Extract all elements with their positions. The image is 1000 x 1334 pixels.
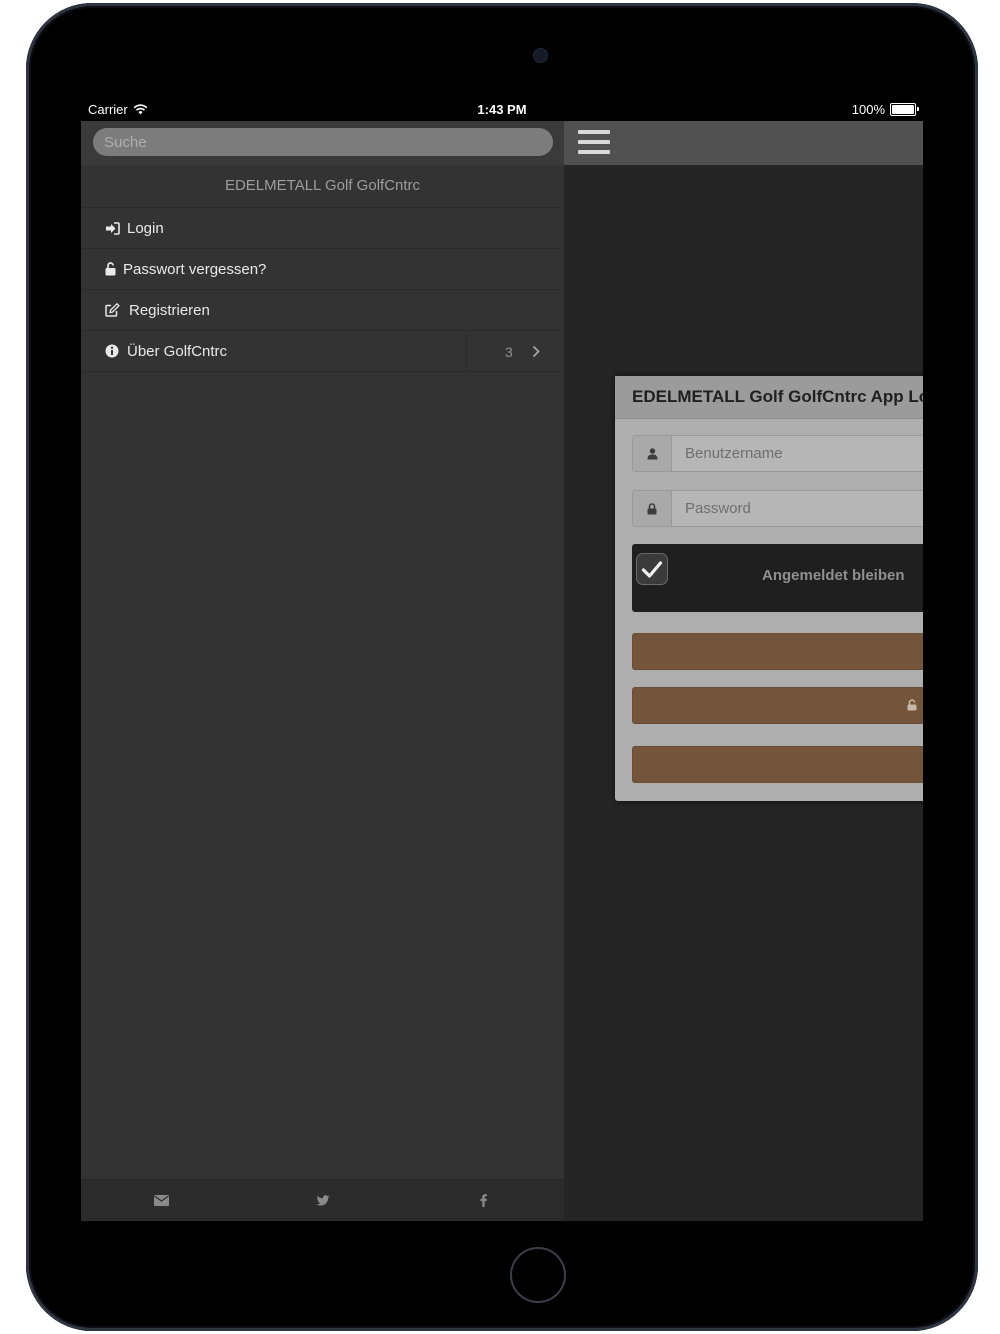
- facebook-button[interactable]: [403, 1180, 564, 1221]
- main-page: EDELMETALL Golf GolfCntrc App Lo Benutze…: [564, 121, 923, 1221]
- battery-icon: [890, 103, 919, 116]
- side-menu: Login Passwort vergessen? Registrieren Ü…: [81, 208, 564, 372]
- menu-item-about[interactable]: Über GolfCntrc 3: [81, 331, 564, 372]
- status-carrier: Carrier: [88, 102, 148, 117]
- chevron-right-icon: [532, 345, 540, 358]
- screen: Carrier 1:43 PM 100% EDELMETALL Golf Gol…: [81, 98, 923, 1221]
- facebook-icon: [480, 1194, 487, 1207]
- forgot-password-button[interactable]: [632, 687, 923, 724]
- battery-percent: 100%: [851, 102, 885, 117]
- camera-dot: [533, 48, 548, 63]
- sign-in-icon: [104, 220, 120, 236]
- status-time: 1:43 PM: [477, 102, 527, 117]
- hamburger-icon[interactable]: [578, 130, 610, 156]
- password-field: [632, 490, 923, 527]
- status-bar: Carrier 1:43 PM 100%: [81, 98, 923, 121]
- menu-item-label: Über GolfCntrc: [127, 342, 228, 360]
- login-button[interactable]: [632, 633, 923, 670]
- search-bar: [81, 121, 564, 165]
- twitter-icon: [316, 1194, 329, 1206]
- menu-item-label: Passwort vergessen?: [123, 260, 267, 278]
- envelope-icon: [154, 1195, 169, 1206]
- menu-item-login[interactable]: Login: [81, 208, 564, 249]
- checkmark-icon: [641, 560, 663, 578]
- menu-item-register[interactable]: Registrieren: [81, 290, 564, 331]
- home-button[interactable]: [510, 1247, 566, 1303]
- dialog-title: EDELMETALL Golf GolfCntrc App Lo: [615, 376, 923, 419]
- status-battery: 100%: [851, 102, 919, 117]
- login-dialog: EDELMETALL Golf GolfCntrc App Lo Benutze…: [615, 376, 923, 801]
- username-input[interactable]: [672, 436, 923, 471]
- count-cell: 3: [466, 331, 564, 372]
- side-panel: EDELMETALL Golf GolfCntrc Login: [81, 121, 564, 1221]
- top-bar: [564, 121, 923, 165]
- remember-label: Angemeldet bleiben: [762, 567, 905, 584]
- password-input[interactable]: [672, 491, 923, 526]
- menu-item-label: Login: [127, 219, 164, 237]
- lock-icon: [633, 491, 672, 526]
- panel-footer: [81, 1179, 564, 1221]
- unlock-icon: [907, 699, 917, 711]
- search-input[interactable]: [93, 128, 553, 156]
- email-button[interactable]: [81, 1180, 242, 1221]
- wifi-icon: [133, 104, 148, 115]
- edit-icon: [104, 302, 120, 318]
- panel-title: EDELMETALL Golf GolfCntrc: [81, 165, 564, 208]
- carrier-label: Carrier: [88, 102, 128, 117]
- menu-item-label: Registrieren: [129, 301, 210, 319]
- info-icon: [104, 343, 120, 359]
- remember-checkbox[interactable]: [636, 553, 668, 585]
- register-button[interactable]: [632, 746, 923, 783]
- user-icon: [633, 436, 672, 471]
- count-badge: 3: [505, 343, 513, 360]
- unlock-icon: [104, 261, 116, 277]
- remember-me-row[interactable]: Angemeldet bleiben: [632, 544, 923, 612]
- twitter-button[interactable]: [242, 1180, 403, 1221]
- menu-item-forgot-password[interactable]: Passwort vergessen?: [81, 249, 564, 290]
- username-field: [632, 435, 923, 472]
